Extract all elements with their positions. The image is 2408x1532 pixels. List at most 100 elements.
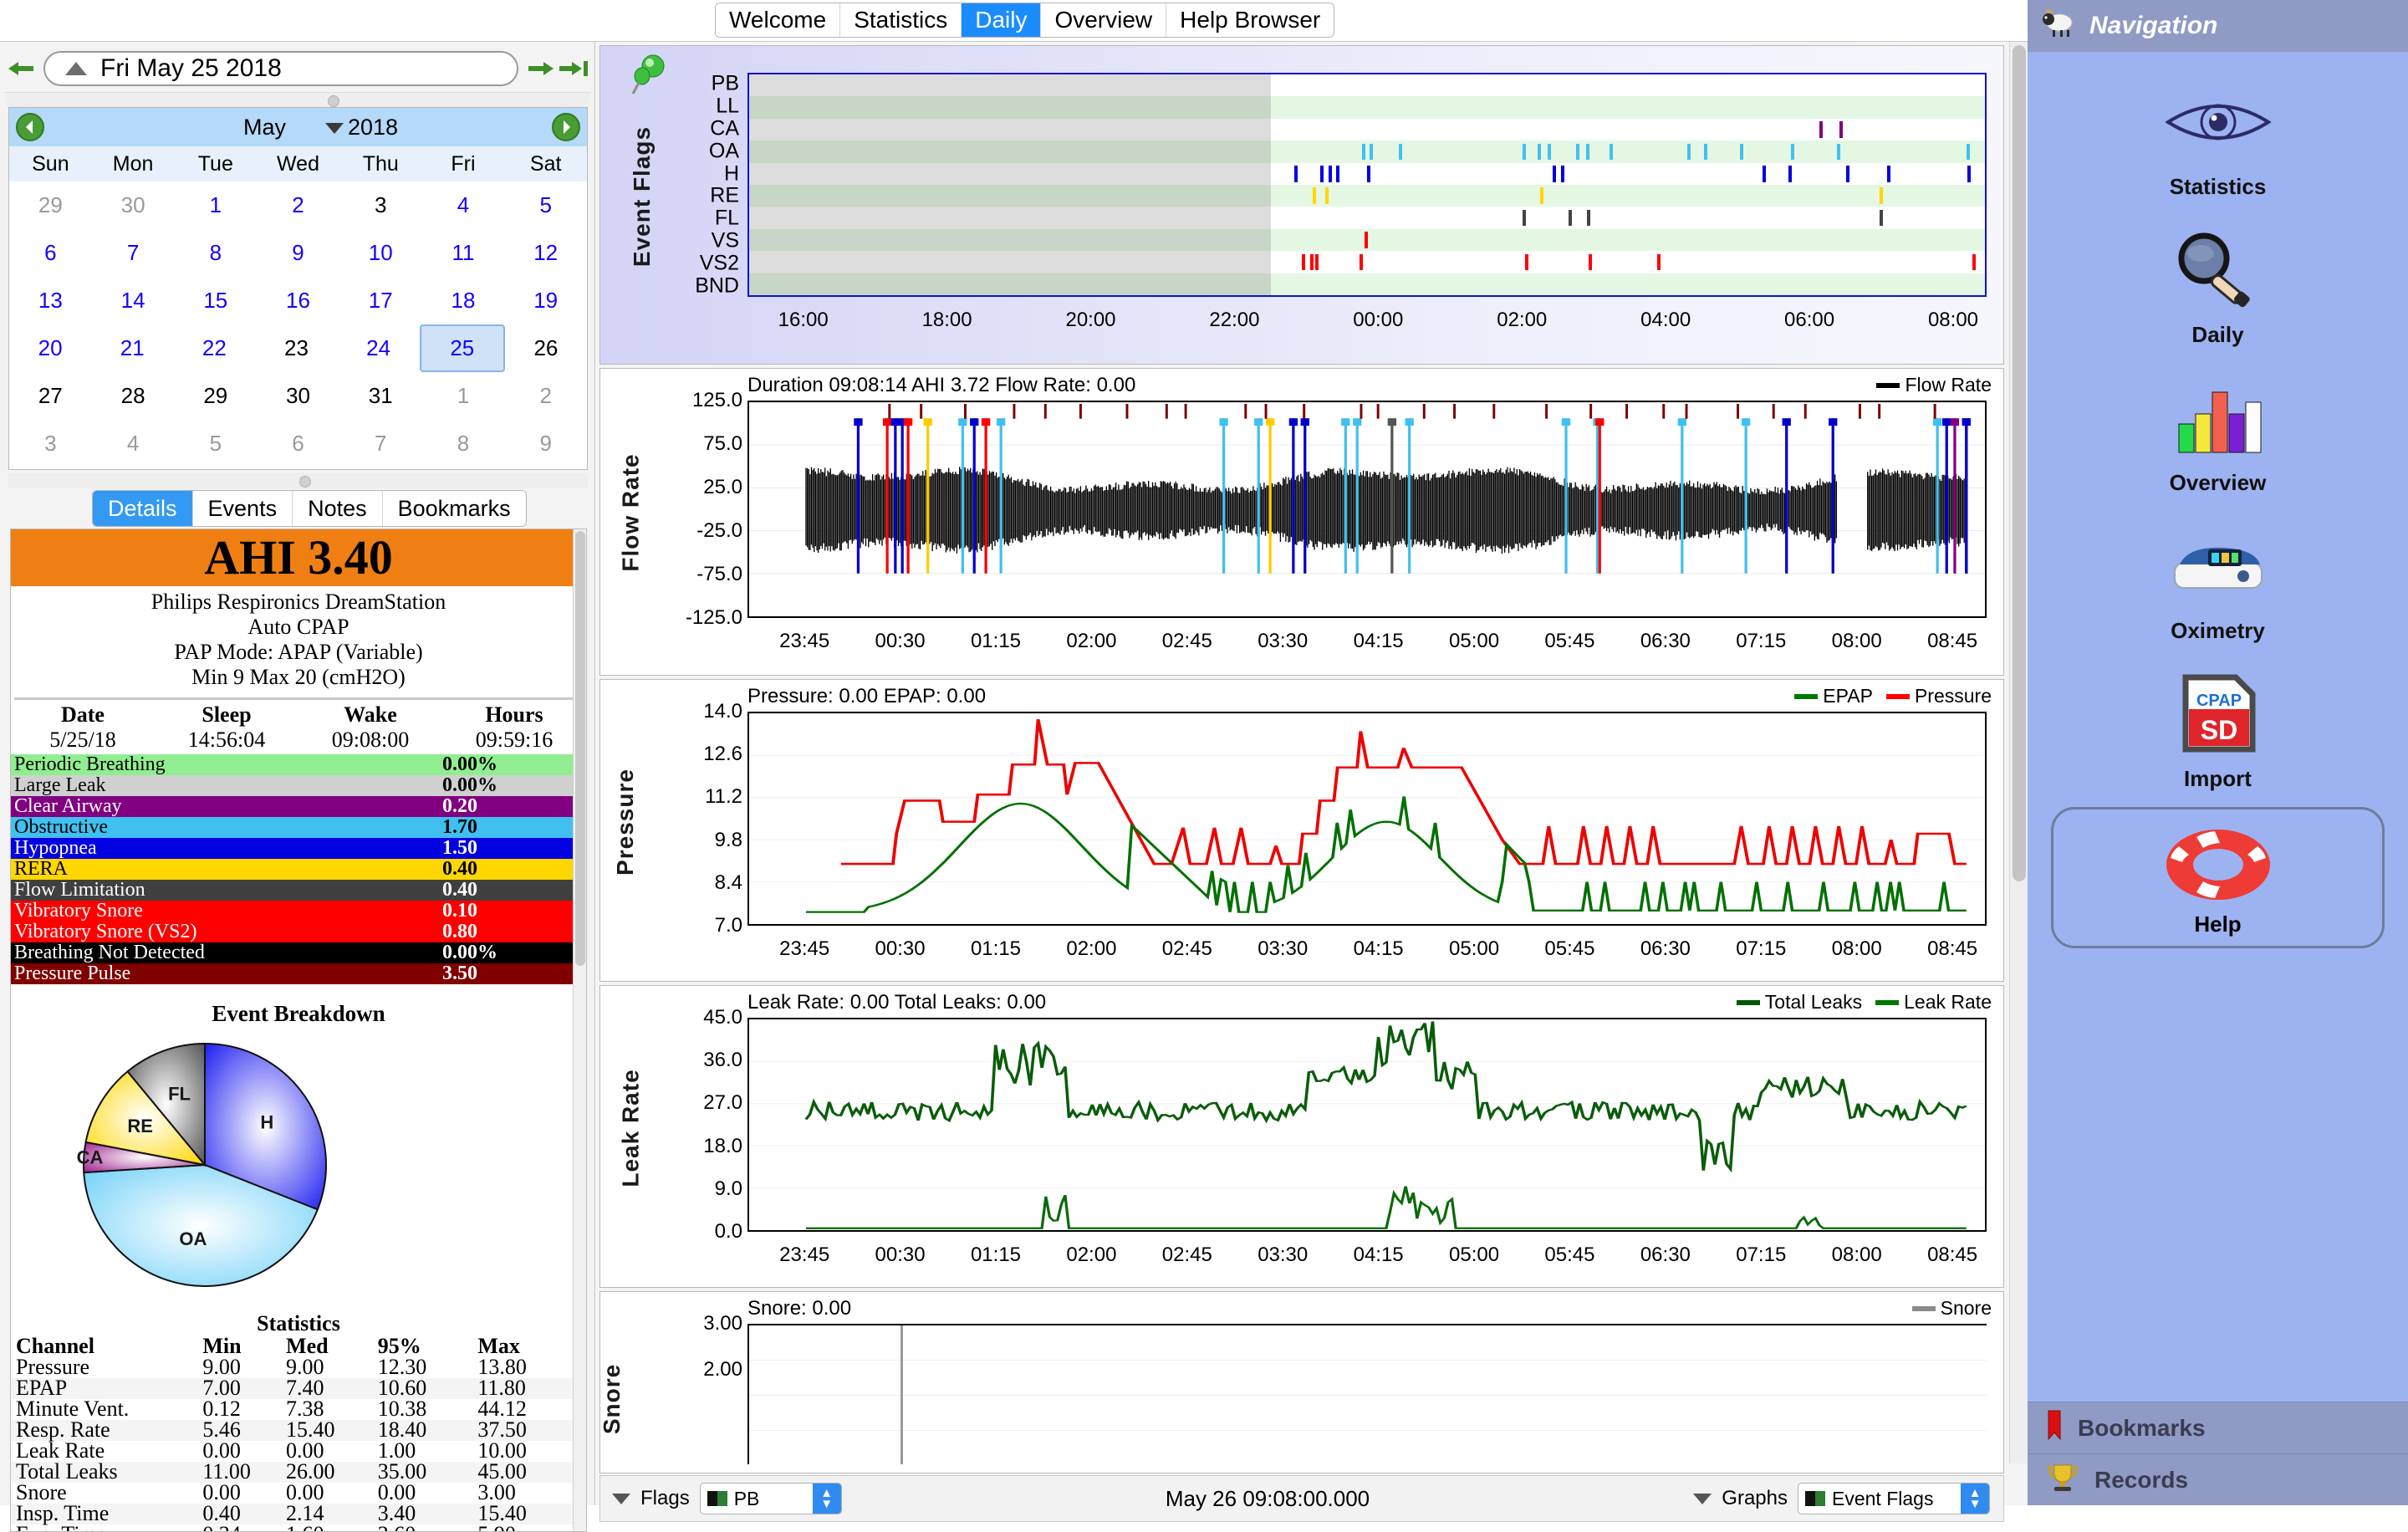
calendar-day[interactable]: 1: [422, 372, 505, 420]
calendar-day[interactable]: 20: [9, 324, 91, 372]
calendar-day[interactable]: 6: [257, 420, 339, 467]
calendar-day[interactable]: 3: [339, 181, 422, 229]
calendar-day[interactable]: 24: [338, 324, 420, 372]
nav-item-daily[interactable]: Daily: [2028, 223, 2408, 348]
flow-rate-xaxis: 23:45 00:30 01:15 02:00 02:45 03:30 04:15 05:00…: [747, 623, 1987, 653]
date-display-box[interactable]: Fri May 25 2018: [43, 51, 518, 86]
subtab-notes[interactable]: Notes: [293, 491, 383, 526]
nav-item-import[interactable]: CPAP SD Import: [2028, 667, 2408, 792]
nav-item-records[interactable]: Records: [2028, 1453, 2408, 1505]
calendar-prev-icon[interactable]: [16, 113, 44, 141]
yaxis-tick: -125.0: [685, 606, 742, 629]
calendar-day[interactable]: 23: [255, 324, 337, 372]
event-flag-mark: [1329, 166, 1333, 182]
calendar-next-icon[interactable]: [552, 113, 580, 141]
pushpin-icon[interactable]: [630, 54, 672, 104]
calendar-day[interactable]: 19: [504, 277, 587, 324]
graph-scrollbar-thumb[interactable]: [2013, 45, 2026, 881]
leak-rate-graph[interactable]: Leak Rate Leak Rate: 0.00 Total Leaks: 0…: [599, 985, 2004, 1288]
calendar-day[interactable]: 14: [92, 277, 175, 324]
tab-welcome[interactable]: Welcome: [716, 3, 841, 37]
calendar-day[interactable]: 2: [504, 372, 587, 420]
calendar-day[interactable]: 25: [419, 324, 505, 372]
flags-spinner[interactable]: ▲ ▼: [812, 1483, 841, 1514]
calendar-day[interactable]: 1: [174, 181, 257, 229]
flow-rate-graph[interactable]: Flow Rate Duration 09:08:14 AHI 3.72 Flo…: [599, 368, 2004, 676]
calendar-day[interactable]: 7: [339, 420, 422, 467]
calendar-day[interactable]: 29: [9, 181, 92, 229]
calendar-splitter[interactable]: [5, 92, 590, 107]
splitter-handle[interactable]: [328, 95, 339, 107]
calendar-day[interactable]: 16: [257, 277, 339, 324]
yaxis-tick: 25.0: [703, 476, 742, 498]
calendar-day[interactable]: 5: [174, 420, 257, 467]
graphs-select[interactable]: Event Flags ▲ ▼: [1798, 1483, 1990, 1514]
yaxis-tick: -75.0: [696, 563, 742, 585]
calendar-day[interactable]: 7: [92, 229, 175, 277]
tab-help-browser[interactable]: Help Browser: [1166, 3, 1334, 37]
graph-area: Event Flags PB LL CA OA H RE FL VS VS2 BND 16:00 1…: [596, 42, 2028, 1522]
event-row: Large Leak 0.00%: [11, 774, 586, 796]
calendar-day[interactable]: 13: [9, 277, 92, 324]
calendar-day[interactable]: 4: [92, 420, 175, 467]
pressure-graph[interactable]: Pressure Pressure: 0.00 EPAP: 0.00 EPAP …: [599, 679, 2004, 982]
nav-item-bookmarks[interactable]: Bookmarks: [2028, 1402, 2408, 1453]
chevron-down-icon[interactable]: [325, 123, 344, 134]
tab-daily[interactable]: Daily: [962, 3, 1042, 37]
next-day-button[interactable]: [523, 52, 557, 85]
subtab-details[interactable]: Details: [93, 491, 193, 526]
flags-select[interactable]: PB ▲ ▼: [699, 1483, 842, 1514]
help-button[interactable]: Help: [2051, 807, 2385, 948]
calendar-day[interactable]: 30: [257, 372, 339, 420]
session-col: Hours 09:59:16: [442, 702, 586, 753]
calendar-day[interactable]: 3: [9, 420, 92, 467]
calendar-day[interactable]: 9: [257, 229, 339, 277]
calendar-day[interactable]: 4: [422, 181, 505, 229]
calendar-day[interactable]: 8: [174, 229, 257, 277]
graphs-spinner[interactable]: ▲ ▼: [1961, 1483, 1989, 1514]
calendar-day[interactable]: 11: [422, 229, 505, 277]
calendar-day[interactable]: 2: [257, 181, 339, 229]
event-value: 0.00%: [442, 774, 497, 796]
tab-overview[interactable]: Overview: [1041, 3, 1167, 37]
calendar-day[interactable]: 28: [92, 372, 175, 420]
nav-item-statistics[interactable]: Statistics: [2028, 75, 2408, 200]
calendar-day[interactable]: 22: [173, 324, 255, 372]
flow-event-cap: [981, 418, 991, 426]
calendar-day[interactable]: 10: [339, 229, 422, 277]
event-flags-graph[interactable]: Event Flags PB LL CA OA H RE FL VS VS2 BND 16:00 1…: [599, 45, 2004, 365]
event-row: RERA 0.40: [11, 858, 586, 880]
calendar-day[interactable]: 9: [504, 420, 587, 467]
flags-dropdown-caret-icon[interactable]: [612, 1493, 630, 1504]
event-value: 0.20: [442, 794, 477, 817]
calendar-day[interactable]: 30: [92, 181, 175, 229]
calendar-day[interactable]: 29: [174, 372, 257, 420]
legend-swatch: [1876, 382, 1900, 388]
calendar-day[interactable]: 6: [9, 229, 92, 277]
session-header: Hours: [485, 702, 543, 727]
prev-day-button[interactable]: [5, 52, 38, 85]
calendar-day[interactable]: 15: [174, 277, 257, 324]
tab-statistics[interactable]: Statistics: [840, 3, 962, 37]
nav-item-overview[interactable]: Overview: [2028, 371, 2408, 496]
calendar-day[interactable]: 27: [9, 372, 92, 420]
subtab-events[interactable]: Events: [192, 491, 293, 526]
calendar-day[interactable]: 31: [339, 372, 422, 420]
details-splitter[interactable]: [8, 473, 588, 488]
last-day-button[interactable]: [557, 52, 590, 85]
graph-scrollbar[interactable]: [2009, 42, 2028, 1463]
subtab-bookmarks[interactable]: Bookmarks: [382, 491, 526, 526]
calendar-day[interactable]: 8: [422, 420, 505, 467]
nav-item-oximetry[interactable]: Oximetry: [2028, 519, 2408, 644]
scrollbar-thumb[interactable]: [575, 531, 585, 966]
calendar-day[interactable]: 17: [339, 277, 422, 324]
calendar-day[interactable]: 12: [504, 229, 587, 277]
details-scrollbar[interactable]: [573, 529, 586, 1531]
graphs-dropdown-caret-icon[interactable]: [1693, 1493, 1712, 1504]
snore-graph[interactable]: Snore Snore: 0.00 Snore 3.00 2.00: [599, 1291, 2004, 1473]
calendar-day[interactable]: 21: [91, 324, 173, 372]
calendar-day[interactable]: 5: [504, 181, 587, 229]
splitter-handle-2[interactable]: [299, 476, 311, 488]
calendar-day[interactable]: 18: [422, 277, 505, 324]
calendar-day[interactable]: 26: [505, 324, 587, 372]
